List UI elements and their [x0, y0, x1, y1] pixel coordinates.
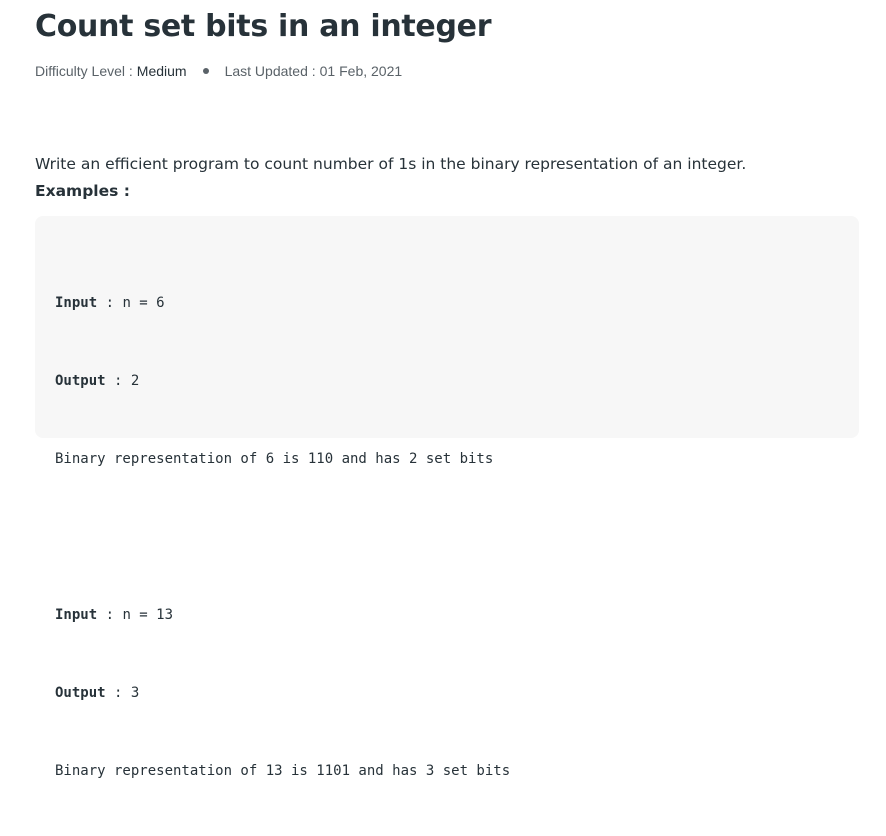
separator-dot-icon [202, 68, 209, 74]
problem-statement: Write an efficient program to count numb… [35, 155, 747, 173]
examples-code-block: Input : n = 6 Output : 2 Binary represen… [35, 216, 859, 779]
difficulty-label: Difficulty Level : [35, 63, 133, 79]
examples-heading: Examples : [35, 182, 130, 200]
difficulty-value[interactable]: Medium [137, 63, 187, 79]
output-value: : 3 [105, 685, 140, 701]
example-2-output: Output : 3 [55, 680, 510, 706]
last-updated-label: Last Updated : [224, 63, 316, 79]
input-value: : n = 13 [97, 607, 174, 623]
output-label: Output [55, 685, 106, 701]
page-title: Count set bits in an integer [35, 9, 492, 44]
example-1-input: Input : n = 6 [55, 290, 510, 316]
input-value: : n = 6 [97, 295, 165, 311]
input-label: Input [55, 295, 98, 311]
input-label: Input [55, 607, 98, 623]
output-value: : 2 [105, 373, 140, 389]
example-2-explanation: Binary representation of 13 is 1101 and … [55, 763, 511, 779]
example-1-output: Output : 2 [55, 368, 510, 394]
article-meta: Difficulty Level : Medium Last Updated :… [35, 63, 402, 79]
output-label: Output [55, 373, 106, 389]
example-2-input: Input : n = 13 [55, 602, 510, 628]
last-updated-value: 01 Feb, 2021 [319, 63, 403, 79]
example-1-explanation: Binary representation of 6 is 110 and ha… [55, 451, 494, 467]
